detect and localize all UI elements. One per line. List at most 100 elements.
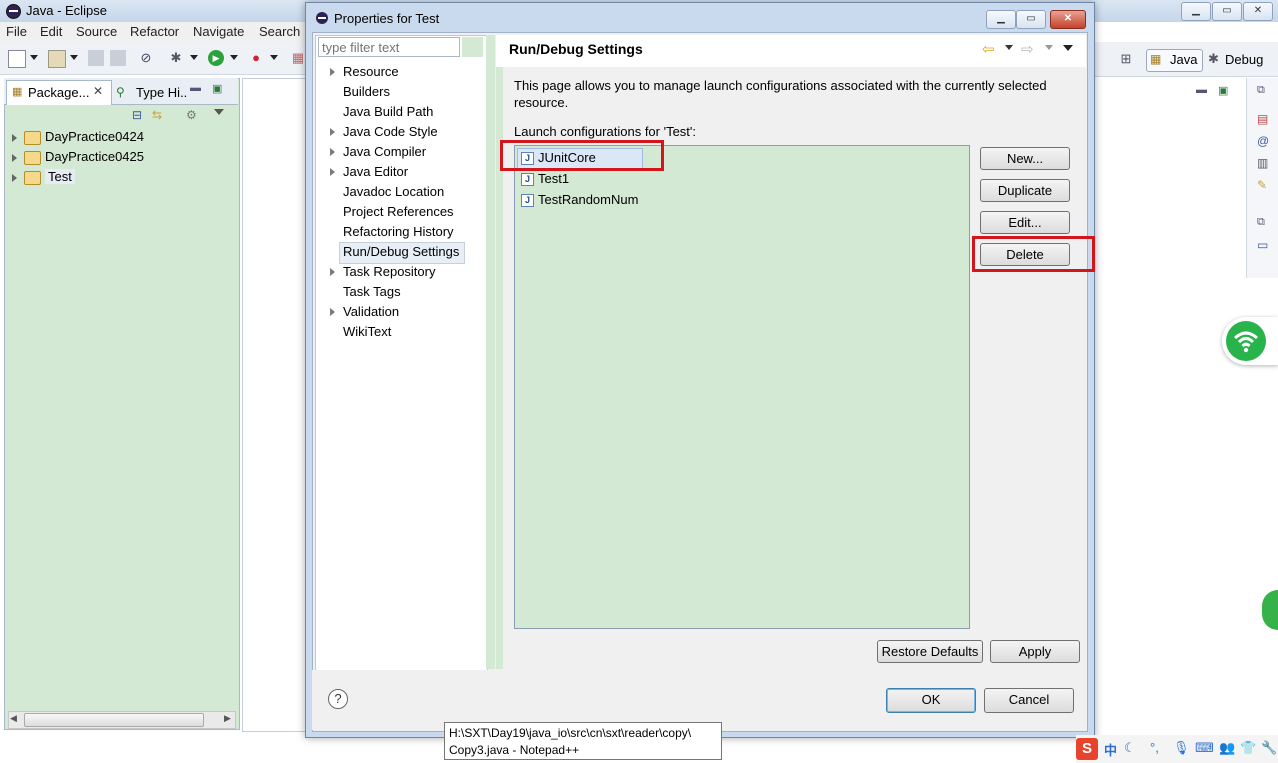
nav-item-resource[interactable]: Resource	[343, 62, 399, 82]
duplicate-button[interactable]: Duplicate	[980, 179, 1070, 202]
sogou-ime-icon[interactable]: S	[1076, 738, 1098, 760]
nav-item-java-editor[interactable]: Java Editor	[343, 162, 408, 182]
forward-dropdown-icon[interactable]	[1045, 45, 1053, 50]
user-icon[interactable]: 👥	[1219, 740, 1235, 756]
new-project-dropdown-icon[interactable]	[70, 55, 78, 60]
menu-edit[interactable]: Edit	[40, 24, 62, 39]
apply-button[interactable]: Apply	[990, 640, 1080, 663]
expand-icon[interactable]	[330, 128, 335, 136]
save-icon[interactable]	[88, 50, 104, 66]
restore-icon[interactable]: ⧉	[1257, 84, 1265, 97]
scroll-right-icon[interactable]: ▶	[224, 713, 231, 724]
tree-item-project[interactable]: DayPractice0425	[12, 147, 144, 167]
new-button[interactable]: New...	[980, 147, 1070, 170]
menu-source[interactable]: Source	[76, 24, 117, 39]
run-icon[interactable]: ▶	[208, 50, 224, 66]
minimize-panel-icon[interactable]: ▬	[190, 82, 201, 94]
new-dropdown-icon[interactable]	[30, 55, 38, 60]
expand-icon[interactable]	[330, 268, 335, 276]
nav-item-task-repository[interactable]: Task Repository	[343, 262, 435, 282]
ime-mode-label[interactable]: 中	[1104, 740, 1117, 759]
minimize-view-icon[interactable]: ▬	[1196, 84, 1207, 96]
dialog-close-icon[interactable]: ✕	[1050, 10, 1086, 29]
nav-item-javadoc-location[interactable]: Javadoc Location	[343, 182, 444, 202]
nav-item-refactoring-history[interactable]: Refactoring History	[343, 222, 454, 242]
view-menu-icon[interactable]	[214, 109, 224, 115]
expand-icon[interactable]	[330, 168, 335, 176]
open-perspective-icon[interactable]: ⊞	[1118, 51, 1134, 67]
nav-item-task-tags[interactable]: Task Tags	[343, 282, 401, 302]
expand-icon[interactable]	[330, 148, 335, 156]
nav-item-wikitext[interactable]: WikiText	[343, 322, 391, 342]
expand-icon[interactable]	[12, 133, 17, 142]
nav-item-run-debug-settings[interactable]: Run/Debug Settings	[343, 242, 459, 262]
filter-clear-area[interactable]	[462, 37, 483, 57]
punctuation-icon[interactable]: °,	[1150, 740, 1159, 755]
splitter-sash[interactable]	[486, 35, 495, 669]
launch-config-list[interactable]	[514, 145, 970, 629]
search-view-icon[interactable]: ✎	[1257, 178, 1267, 192]
cancel-button[interactable]: Cancel	[984, 688, 1074, 713]
skip-breakpoints-icon[interactable]: ⊘	[138, 50, 154, 66]
declaration-icon[interactable]: ▥	[1257, 156, 1268, 170]
expand-icon[interactable]	[330, 308, 335, 316]
close-icon[interactable]: ✕	[1243, 2, 1273, 21]
new-icon[interactable]	[8, 50, 26, 68]
console-icon[interactable]: ▭	[1257, 238, 1268, 252]
skin-icon[interactable]: 👕	[1240, 740, 1256, 756]
nav-item-java-compiler[interactable]: Java Compiler	[343, 142, 426, 162]
ok-button[interactable]: OK	[886, 688, 976, 713]
network-speed-badge[interactable]	[1262, 590, 1278, 630]
restore-bottom-icon[interactable]: ⧉	[1257, 216, 1265, 229]
external-tools-icon[interactable]: ●	[248, 50, 264, 66]
page-menu-icon[interactable]	[1063, 45, 1073, 51]
maximize-view-icon[interactable]: ▣	[1218, 84, 1228, 97]
back-dropdown-icon[interactable]	[1005, 45, 1013, 50]
back-arrow-icon[interactable]: ⇦	[982, 40, 995, 58]
nav-item-java-build-path[interactable]: Java Build Path	[343, 102, 433, 122]
tree-item-project[interactable]: DayPractice0424	[12, 127, 144, 147]
menu-navigate[interactable]: Navigate	[193, 24, 244, 39]
nav-item-java-code-style[interactable]: Java Code Style	[343, 122, 438, 142]
nav-item-validation[interactable]: Validation	[343, 302, 399, 322]
expand-icon[interactable]	[12, 173, 17, 182]
list-item[interactable]: J Test1	[521, 169, 569, 188]
wifi-icon[interactable]	[1226, 321, 1266, 361]
menu-file[interactable]: File	[6, 24, 27, 39]
focus-icon[interactable]: ⚙	[186, 108, 197, 122]
dialog-maximize-icon[interactable]: ▭	[1016, 10, 1046, 29]
link-with-editor-icon[interactable]: ⇆	[152, 108, 162, 122]
nav-item-project-references[interactable]: Project References	[343, 202, 454, 222]
help-icon[interactable]: ?	[328, 689, 348, 709]
filter-input[interactable]	[318, 37, 460, 57]
run-dropdown-icon[interactable]	[230, 55, 238, 60]
menu-search[interactable]: Search	[259, 24, 300, 39]
nav-item-builders[interactable]: Builders	[343, 82, 390, 102]
scroll-left-icon[interactable]: ◀	[10, 713, 17, 724]
maximize-panel-icon[interactable]: ▣	[212, 82, 222, 95]
problems-icon[interactable]: ▤	[1257, 112, 1268, 126]
close-tab-icon[interactable]: ✕	[93, 84, 103, 98]
expand-icon[interactable]	[12, 153, 17, 162]
edit-button[interactable]: Edit...	[980, 211, 1070, 234]
toolbar-overflow-icon[interactable]: ▦	[290, 50, 306, 66]
forward-arrow-icon[interactable]: ⇨	[1021, 40, 1034, 58]
external-tools-dropdown-icon[interactable]	[270, 55, 278, 60]
debug-dropdown-icon[interactable]	[190, 55, 198, 60]
expand-icon[interactable]	[330, 68, 335, 76]
settings-wrench-icon[interactable]: 🔧	[1261, 740, 1277, 756]
moon-icon[interactable]: ☾	[1124, 740, 1136, 756]
keyboard-icon[interactable]: ⌨	[1195, 740, 1214, 756]
collapse-all-icon[interactable]: ⊟	[132, 108, 142, 122]
type-hierarchy-tab-label[interactable]: Type Hi..	[136, 85, 187, 100]
perspective-debug-label[interactable]: Debug	[1225, 52, 1263, 67]
javadoc-icon[interactable]: @	[1257, 134, 1269, 148]
new-project-icon[interactable]	[48, 50, 66, 68]
dialog-minimize-icon[interactable]: ▁	[986, 10, 1016, 29]
debug-icon[interactable]: ✱	[168, 50, 184, 66]
maximize-icon[interactable]: ▭	[1212, 2, 1242, 21]
list-item[interactable]: J TestRandomNum	[521, 190, 638, 209]
microphone-icon[interactable]: 🎙	[1173, 740, 1190, 756]
menu-refactor[interactable]: Refactor	[130, 24, 179, 39]
scrollbar-thumb[interactable]	[24, 713, 204, 727]
